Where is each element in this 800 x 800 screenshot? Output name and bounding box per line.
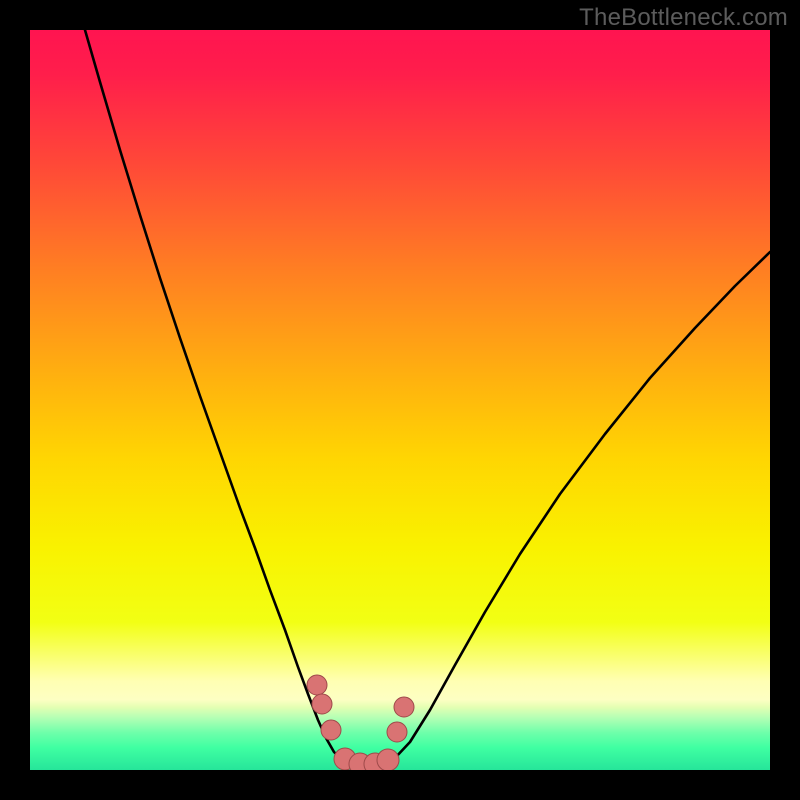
- plot-area: [30, 30, 770, 770]
- chart-frame: TheBottleneck.com: [0, 0, 800, 800]
- gradient-background: [30, 30, 770, 770]
- valley-marker: [307, 675, 327, 695]
- watermark-text: TheBottleneck.com: [579, 4, 788, 32]
- valley-marker: [321, 720, 341, 740]
- bottleneck-chart: [30, 30, 770, 770]
- valley-marker: [387, 722, 407, 742]
- valley-marker: [312, 694, 332, 714]
- valley-marker: [394, 697, 414, 717]
- valley-marker: [377, 749, 399, 770]
